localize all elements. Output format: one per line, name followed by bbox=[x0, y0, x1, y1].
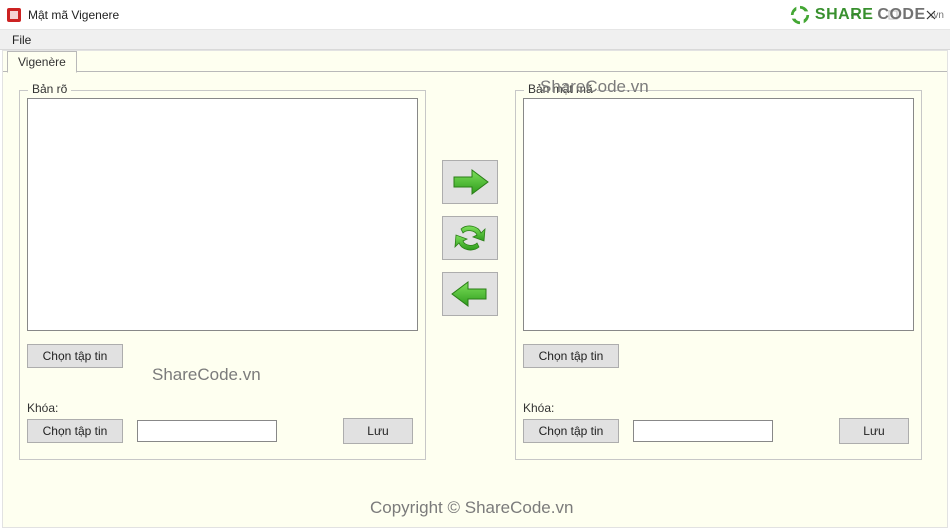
ciphertext-choose-file-button[interactable]: Chọn tập tin bbox=[523, 344, 619, 368]
refresh-icon bbox=[451, 221, 489, 255]
ciphertext-save-button[interactable]: Lưu bbox=[839, 418, 909, 444]
plaintext-key-label: Khóa: bbox=[27, 401, 58, 415]
center-buttons bbox=[442, 160, 498, 316]
decrypt-button[interactable] bbox=[442, 272, 498, 316]
maximize-button[interactable] bbox=[886, 8, 900, 22]
close-button[interactable] bbox=[924, 8, 938, 22]
arrow-left-icon bbox=[450, 280, 490, 308]
tab-vigenere[interactable]: Vigenère bbox=[7, 51, 77, 73]
ciphertext-key-input[interactable] bbox=[633, 420, 773, 442]
menubar: File bbox=[0, 30, 950, 50]
plaintext-key-input[interactable] bbox=[137, 420, 277, 442]
ciphertext-key-label: Khóa: bbox=[523, 401, 554, 415]
encrypt-button[interactable] bbox=[442, 160, 498, 204]
menu-file[interactable]: File bbox=[6, 32, 37, 48]
plaintext-key-choose-file-button[interactable]: Chọn tập tin bbox=[27, 419, 123, 443]
app-icon bbox=[6, 7, 22, 23]
ciphertext-legend: Bản mật mã bbox=[524, 82, 597, 96]
ciphertext-key-choose-file-button[interactable]: Chọn tập tin bbox=[523, 419, 619, 443]
plaintext-legend: Bản rõ bbox=[28, 82, 71, 96]
titlebar: Mật mã Vigenere bbox=[0, 0, 950, 30]
tab-panel: Bản rõ Chọn tập tin Khóa: Chọn tập tin L… bbox=[3, 71, 947, 527]
plaintext-save-button[interactable]: Lưu bbox=[343, 418, 413, 444]
minimize-button[interactable] bbox=[848, 8, 862, 22]
window-title: Mật mã Vigenere bbox=[28, 8, 119, 22]
client-area: Vigenère Bản rõ Chọn tập tin Khóa: Chọn … bbox=[2, 50, 948, 528]
plaintext-group: Bản rõ Chọn tập tin Khóa: Chọn tập tin L… bbox=[19, 90, 426, 460]
swap-button[interactable] bbox=[442, 216, 498, 260]
plaintext-input[interactable] bbox=[27, 98, 418, 331]
arrow-right-icon bbox=[450, 168, 490, 196]
plaintext-choose-file-button[interactable]: Chọn tập tin bbox=[27, 344, 123, 368]
ciphertext-group: Bản mật mã Chọn tập tin Khóa: Chọn tập t… bbox=[515, 90, 922, 460]
tab-label: Vigenère bbox=[18, 55, 66, 69]
ciphertext-input[interactable] bbox=[523, 98, 914, 331]
